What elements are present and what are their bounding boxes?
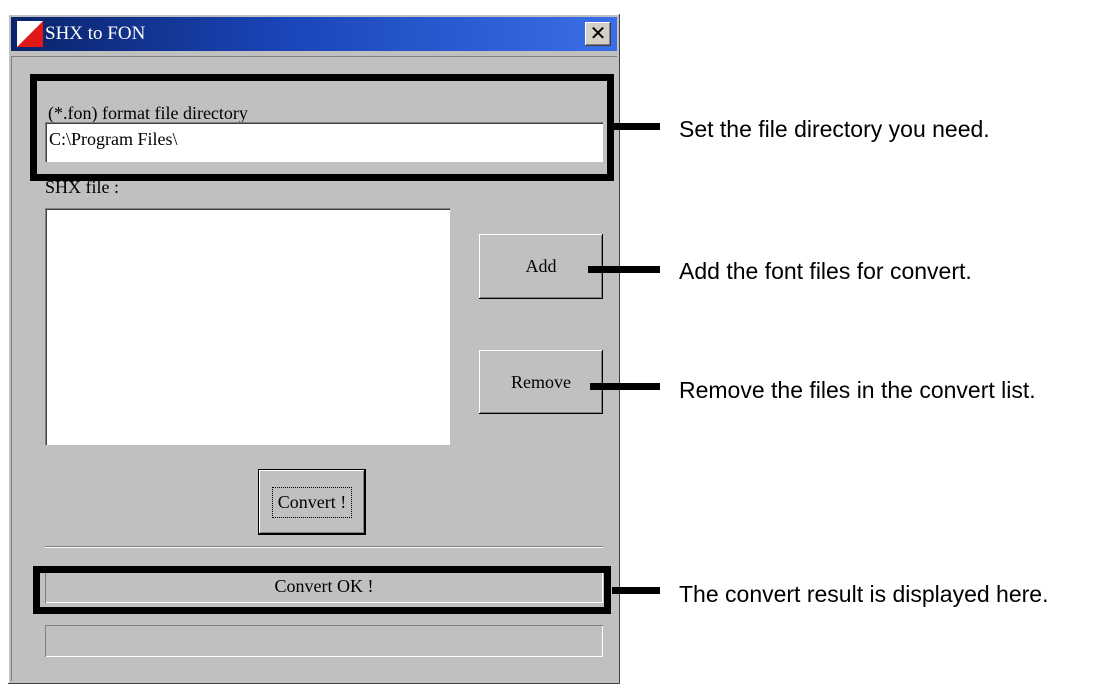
result-callout: The convert result is displayed here. bbox=[679, 581, 1049, 607]
window-title: SHX to FON bbox=[45, 23, 146, 44]
add-button[interactable]: Add bbox=[479, 234, 603, 299]
remove-button[interactable]: Remove bbox=[479, 350, 603, 414]
separator bbox=[45, 546, 603, 548]
directory-connector bbox=[612, 123, 660, 130]
remove-callout: Remove the files in the convert list. bbox=[679, 377, 1036, 403]
convert-button-label: Convert ! bbox=[271, 486, 353, 518]
status-field: Convert OK ! bbox=[45, 571, 603, 603]
close-icon: ✕ bbox=[589, 23, 607, 45]
result-connector bbox=[612, 587, 660, 594]
shx-file-label: SHX file : bbox=[45, 177, 119, 197]
close-button[interactable]: ✕ bbox=[585, 22, 611, 46]
shx-to-fon-window: SHX to FON ✕ (*.fon) format file directo… bbox=[8, 14, 620, 684]
shx-file-list[interactable] bbox=[45, 208, 450, 445]
shx-to-fon-app-icon[interactable] bbox=[17, 21, 43, 47]
convert-button[interactable]: Convert ! bbox=[258, 469, 366, 535]
remove-connector bbox=[590, 383, 660, 390]
directory-label: (*.fon) format file directory bbox=[48, 103, 248, 123]
directory-callout: Set the file directory you need. bbox=[679, 116, 990, 142]
directory-input[interactable]: C:\Program Files\ bbox=[45, 122, 603, 162]
status-field-secondary bbox=[45, 625, 603, 657]
add-callout: Add the font files for convert. bbox=[679, 258, 972, 284]
title-bar[interactable]: SHX to FON ✕ bbox=[11, 17, 617, 51]
add-connector bbox=[588, 266, 660, 273]
dialog-body: (*.fon) format file directory C:\Program… bbox=[11, 56, 617, 681]
